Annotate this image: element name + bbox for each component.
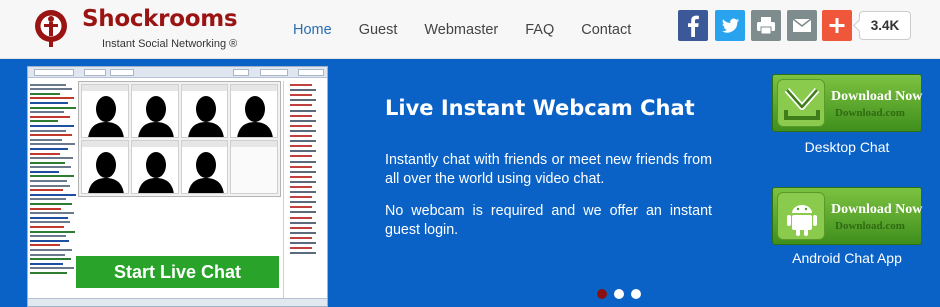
brand-tagline: Instant Social Networking ® [102,38,238,50]
hero-paragraph-2: No webcam is required and we offer an in… [385,203,712,238]
screenshot-input-bar [28,298,327,306]
carousel-indicators [597,289,641,299]
user-silhouette-icon [187,96,224,137]
screenshot-user-list [283,81,327,303]
screenshot-chat-log [30,81,78,303]
webcam-grid [78,81,281,197]
webcam-tile [81,84,129,138]
facebook-share-button[interactable] [678,10,708,41]
print-icon [757,17,775,35]
print-share-button[interactable] [751,10,781,41]
twitter-share-button[interactable] [715,10,745,41]
user-silhouette-icon [187,152,224,193]
brand-name[interactable]: Shockrooms [82,6,238,32]
android-icon [777,192,825,240]
user-silhouette-icon [138,96,174,137]
screenshot-toolbar [28,67,327,78]
site-header: Shockrooms Instant Social Networking ® H… [0,0,940,59]
webcam-tile [180,140,229,194]
nav-contact[interactable]: Contact [581,22,631,38]
facebook-icon [688,15,699,37]
carousel-dot-3[interactable] [631,289,641,299]
webcam-tile-empty [230,140,278,194]
email-icon [792,18,812,32]
hero-banner: Start Live Chat Live Instant Webcam Chat… [0,59,940,307]
plus-icon [829,18,845,33]
hero-paragraph-1: Instantly chat with friends or meet new … [385,152,712,187]
twitter-icon [722,18,739,33]
nav-guest[interactable]: Guest [359,22,398,38]
user-silhouette-icon [88,96,124,137]
more-share-button[interactable] [822,10,852,41]
carousel-dot-2[interactable] [614,289,624,299]
nav-faq[interactable]: FAQ [525,22,554,38]
android-download-button[interactable]: Download Now Download.com [772,187,922,245]
desktop-download-button[interactable]: Download Now Download.com [772,74,922,132]
desktop-chat-label[interactable]: Desktop Chat [772,139,922,155]
download-arrow-icon [777,79,825,127]
webcam-tile [130,84,179,138]
main-nav: Home Guest Webmaster FAQ Contact [293,22,658,38]
webcam-tile [130,140,179,194]
user-silhouette-icon [88,152,124,193]
user-silhouette-icon [237,96,273,137]
carousel-dot-1[interactable] [597,289,607,299]
android-chat-app-label[interactable]: Android Chat App [772,250,922,266]
webcam-tile [180,84,229,138]
share-count-badge: 3.4K [859,11,911,40]
shockrooms-logo-icon[interactable] [33,8,69,48]
webcam-tile [230,84,278,138]
start-live-chat-button[interactable]: Start Live Chat [76,256,279,288]
download-title: Download Now [831,202,923,217]
download-source: Download.com [835,107,905,119]
hero-headline: Live Instant Webcam Chat [385,96,695,120]
email-share-button[interactable] [787,10,817,41]
webcam-tile [81,140,129,194]
nav-home[interactable]: Home [293,22,332,38]
nav-webmaster[interactable]: Webmaster [424,22,498,38]
download-title: Download Now [831,89,923,104]
user-silhouette-icon [138,152,174,193]
download-source: Download.com [835,220,905,232]
